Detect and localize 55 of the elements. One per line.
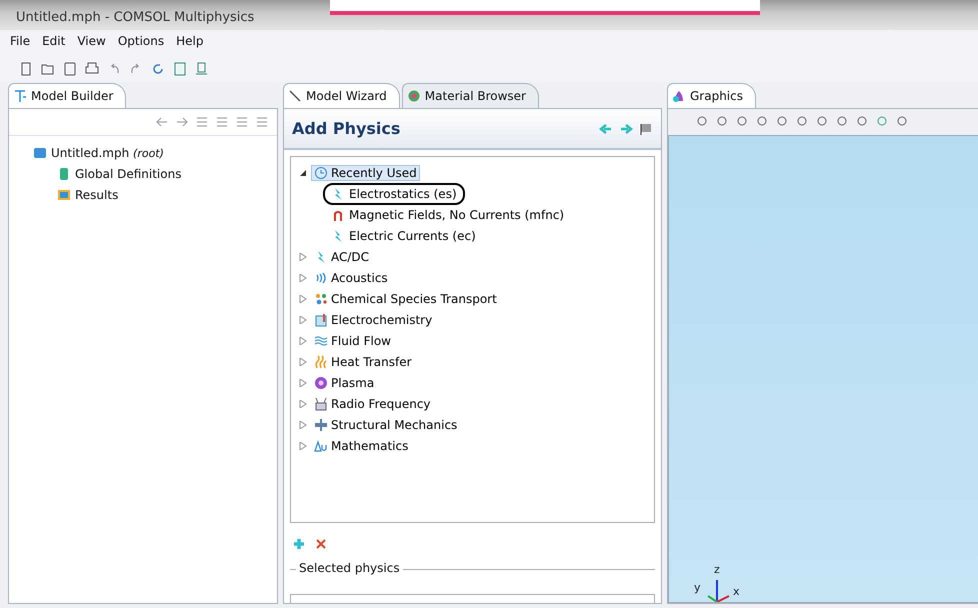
menu-item[interactable]: Help	[176, 34, 204, 52]
tree-item[interactable]: Plasma	[311, 374, 378, 390]
tree-item[interactable]: Magnetic Fields, No Currents (mfnc)	[323, 204, 572, 226]
graphics-canvas[interactable]: z y x	[668, 135, 978, 603]
heat-icon	[314, 354, 328, 368]
tree-item[interactable]: Electrochemistry	[311, 312, 436, 328]
tree-item[interactable]: Electric Currents (ec)	[323, 224, 484, 246]
tree-item[interactable]: Chemical Species Transport	[311, 290, 500, 306]
tree-item[interactable]: Radio Frequency	[311, 396, 434, 412]
back-arrow-icon[interactable]	[155, 115, 169, 129]
antenna-icon	[314, 396, 328, 410]
remove-icon[interactable]	[314, 537, 328, 551]
tree-item[interactable]: Global Definitions	[75, 166, 182, 180]
panel-heading: Add Physics	[292, 119, 400, 138]
delta-u-icon	[314, 438, 328, 452]
save-icon[interactable]	[62, 61, 78, 77]
expander-icon[interactable]	[299, 168, 307, 176]
axis-label: x	[733, 585, 740, 598]
tree-icon	[13, 89, 27, 103]
axis-label: z	[714, 563, 720, 576]
tree-item[interactable]: Fluid Flow	[311, 332, 394, 348]
tree-item[interactable]: AC/DC	[311, 248, 372, 264]
panel-tab[interactable]: Material Browser	[402, 83, 539, 108]
group-label: Selected physics	[296, 561, 403, 575]
tree-item[interactable]: Mathematics	[311, 438, 412, 454]
axis-label: y	[694, 581, 701, 594]
window-title: Untitled.mph - COMSOL Multiphysics	[16, 10, 254, 25]
menu-item[interactable]: Edit	[42, 34, 66, 52]
clock-icon	[314, 166, 328, 180]
beaker-icon	[314, 312, 328, 326]
menu-item[interactable]: File	[10, 34, 30, 52]
graphics-icon	[672, 89, 686, 103]
waves-icon	[314, 334, 328, 348]
model-icon	[33, 146, 47, 160]
model-builder-tab[interactable]: Model Builder	[8, 83, 126, 108]
document-icon[interactable]	[194, 61, 210, 77]
forward-arrow-icon[interactable]	[619, 122, 633, 136]
tree-item[interactable]: Heat Transfer	[311, 354, 415, 370]
molecules-icon	[314, 292, 328, 306]
plasma-ball-icon	[314, 376, 328, 390]
add-icon[interactable]	[292, 537, 306, 551]
back-arrow-icon[interactable]	[599, 122, 613, 136]
tree-item[interactable]: Electrostatics (es)	[323, 182, 465, 204]
tree-item[interactable]: Results	[75, 188, 118, 202]
tree-item[interactable]: Acoustics	[311, 270, 391, 286]
tree-item[interactable]: Untitled.mph (root)	[51, 146, 164, 160]
menu-item[interactable]: Options	[118, 34, 164, 52]
menu-item[interactable]: View	[77, 34, 106, 52]
graphics-tab[interactable]: Graphics	[667, 83, 756, 108]
results-icon	[57, 188, 71, 202]
tree-item[interactable]: Recently Used	[311, 164, 420, 180]
tree-item[interactable]: Structural Mechanics	[311, 416, 460, 432]
sound-wave-icon	[314, 270, 328, 284]
forward-arrow-icon[interactable]	[175, 115, 189, 129]
panel-tab[interactable]: Model Wizard	[283, 83, 400, 108]
